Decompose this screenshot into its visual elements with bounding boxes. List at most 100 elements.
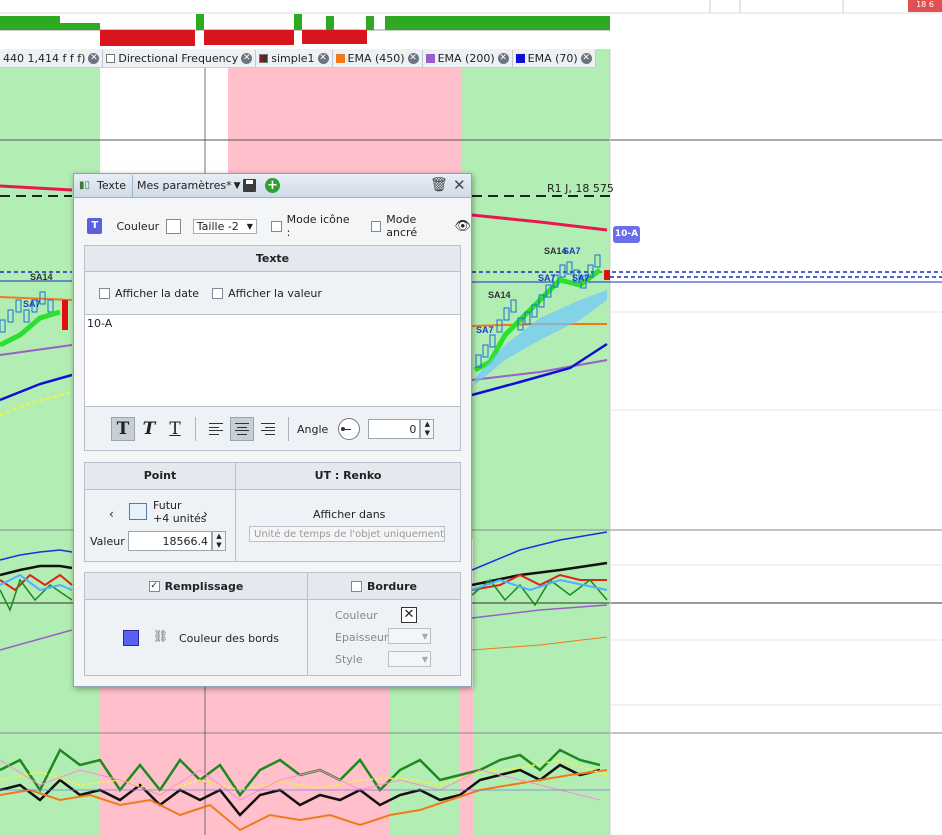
indicator-swatch xyxy=(425,53,435,63)
align-left-button[interactable] xyxy=(204,417,228,441)
chevron-down-icon[interactable]: ▼ xyxy=(234,181,241,191)
chevron-down-icon: ▼ xyxy=(246,221,253,231)
dialog-tab-texte[interactable]: Texte xyxy=(97,179,126,192)
show-in-label: Afficher dans xyxy=(313,508,386,521)
color-label: Couleur xyxy=(116,219,160,233)
remove-indicator-icon[interactable]: ✕ xyxy=(580,52,592,64)
indicator-tag[interactable]: 440 1,414 f f f) ✕ xyxy=(0,49,104,67)
fill-border-headers: ✓ Remplissage Bordure xyxy=(85,573,460,600)
future-label: Futur xyxy=(153,499,182,512)
anchored-mode-checkbox[interactable] xyxy=(370,220,382,232)
fill-color-swatch[interactable] xyxy=(123,630,139,646)
fill-checkbox[interactable]: ✓ xyxy=(148,580,160,592)
indicator-tag[interactable]: simple1 ✕ xyxy=(256,49,333,67)
remove-indicator-icon[interactable]: ✕ xyxy=(317,52,329,64)
fill-header: ✓ Remplissage xyxy=(85,573,308,599)
timeframe-select-value: Unité de temps de l'objet uniquement xyxy=(254,528,445,540)
angle-input[interactable]: 0 xyxy=(368,419,421,439)
align-center-icon xyxy=(235,423,249,435)
indicator-tag-label: EMA (200) xyxy=(437,51,495,65)
text-format-toolbar: T T T Angle 0 ▲ ▼ xyxy=(85,407,460,451)
point-header: Point xyxy=(85,463,236,489)
timeframe-select[interactable]: Unité de temps de l'objet uniquement ▼ xyxy=(249,526,445,542)
text-section: Texte Afficher la date Afficher la valeu… xyxy=(84,245,461,451)
value-stepper[interactable]: ▲ ▼ xyxy=(212,531,226,551)
text-color-swatch[interactable] xyxy=(166,218,181,234)
show-date-label: Afficher la date xyxy=(115,286,200,300)
anchored-mode-label: Mode ancré xyxy=(386,213,418,239)
thickness-select[interactable]: ▼ xyxy=(388,628,431,644)
r1-label: R1 J, 18 575 xyxy=(547,182,614,195)
price-badge: 18 6 xyxy=(908,0,942,12)
link-icon[interactable]: ⛓ xyxy=(153,629,168,643)
icon-mode-checkbox[interactable] xyxy=(270,220,282,232)
svg-text:SA14: SA14 xyxy=(30,272,53,282)
edge-color-label: Couleur des bords xyxy=(179,632,279,645)
close-icon[interactable]: ✕ xyxy=(453,176,466,194)
angle-dial[interactable] xyxy=(338,418,361,440)
indicator-tag-label: Directional Frequency xyxy=(118,51,239,65)
underline-button[interactable]: T xyxy=(163,417,187,441)
object-label-badge[interactable]: 10-A xyxy=(613,226,640,243)
show-date-checkbox[interactable] xyxy=(99,287,110,299)
indicator-tag[interactable]: EMA (200) ✕ xyxy=(423,49,513,67)
align-left-icon xyxy=(209,423,223,435)
text-type-icon[interactable]: T xyxy=(87,218,103,234)
angle-pivot xyxy=(341,427,346,431)
next-point-icon[interactable]: › xyxy=(203,507,208,521)
style-label: Style xyxy=(335,653,363,666)
indicator-swatch xyxy=(259,53,269,63)
indicator-tag-label: simple1 xyxy=(271,51,315,65)
angle-label: Angle xyxy=(297,422,329,436)
dialog-titlebar[interactable]: ▮▯ Texte Mes paramètres* ▼ + 🗑 ✕ xyxy=(74,174,471,198)
text-content-area[interactable]: 10-A xyxy=(85,315,460,407)
indicator-swatch xyxy=(106,53,116,63)
value-input[interactable]: 18566.4 xyxy=(128,531,212,551)
show-value-checkbox[interactable] xyxy=(212,287,224,299)
style-row: T Couleur Taille -2 ▼ Mode icône : Mode … xyxy=(87,213,471,239)
remove-indicator-icon[interactable]: ✕ xyxy=(241,52,253,64)
remove-indicator-icon[interactable]: ✕ xyxy=(497,52,509,64)
calendar-icon[interactable] xyxy=(129,503,147,520)
svg-text:SA7: SA7 xyxy=(476,325,494,335)
style-select[interactable]: ▼ xyxy=(388,651,431,667)
border-checkbox[interactable] xyxy=(351,580,363,592)
divider xyxy=(195,417,196,441)
indicator-swatch xyxy=(515,53,525,63)
indicator-tag[interactable]: EMA (450) ✕ xyxy=(333,49,423,67)
angle-stepper[interactable]: ▲ ▼ xyxy=(420,419,435,439)
border-header-label: Bordure xyxy=(367,579,417,593)
indicator-tag-bar: 440 1,414 f f f) ✕ Directional Frequency… xyxy=(0,49,596,68)
indicator-tag[interactable]: Directional Frequency ✕ xyxy=(103,49,257,67)
trash-icon[interactable]: 🗑 xyxy=(430,177,448,193)
remove-indicator-icon[interactable]: ✕ xyxy=(88,52,100,64)
thickness-label: Epaisseur xyxy=(335,631,389,644)
divider xyxy=(235,489,236,562)
svg-text:SA14: SA14 xyxy=(488,290,511,300)
size-select-value: Taille -2 xyxy=(196,219,239,233)
text-options-row: Afficher la date Afficher la valeur xyxy=(85,272,460,315)
align-center-button[interactable] xyxy=(230,417,254,441)
text-tool-icon: ▮▯ xyxy=(79,180,91,191)
svg-text:SA7: SA7 xyxy=(538,273,556,283)
save-icon[interactable] xyxy=(243,179,256,192)
indicator-tag[interactable]: EMA (70) ✕ xyxy=(513,49,596,67)
add-icon[interactable]: + xyxy=(265,178,280,193)
visibility-eye-icon[interactable]: 👁 xyxy=(454,219,471,234)
preset-select[interactable]: Mes paramètres* xyxy=(137,179,232,192)
text-object-dialog: ▮▯ Texte Mes paramètres* ▼ + 🗑 ✕ T Coule… xyxy=(73,173,472,687)
remove-indicator-icon[interactable]: ✕ xyxy=(407,52,419,64)
point-ut-headers: Point UT : Renko xyxy=(85,463,460,490)
ut-header: UT : Renko xyxy=(236,463,460,489)
border-color-label: Couleur xyxy=(335,609,378,622)
prev-point-icon[interactable]: ‹ xyxy=(109,507,114,521)
indicator-tag-label: 440 1,414 f f f) xyxy=(3,51,86,65)
italic-button[interactable]: T xyxy=(137,417,161,441)
svg-text:SA7: SA7 xyxy=(563,246,581,256)
indicator-tag-label: EMA (70) xyxy=(527,51,578,65)
align-right-button[interactable] xyxy=(256,417,280,441)
bold-button[interactable]: T xyxy=(111,417,135,441)
border-color-swatch[interactable]: ✕ xyxy=(401,607,417,623)
size-select[interactable]: Taille -2 ▼ xyxy=(192,218,257,234)
divider xyxy=(307,599,308,676)
